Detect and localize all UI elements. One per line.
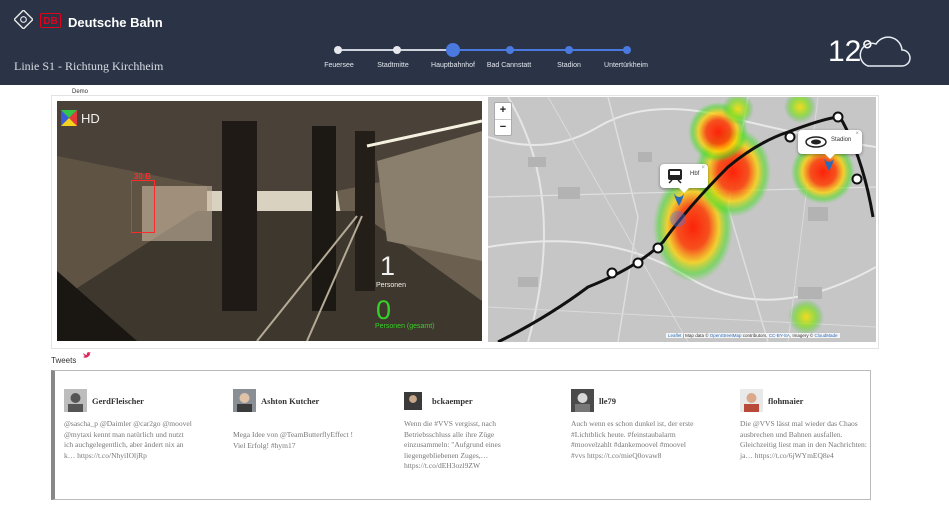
attribution-text: | Map data © xyxy=(681,333,710,338)
cloud-icon xyxy=(859,36,911,67)
tweet-text: @sascha_p @Daimler @car2go @moovel @myta… xyxy=(64,419,192,460)
tweet-text: Auch wenn es schon dunkel ist, der erste… xyxy=(571,419,694,460)
app-logo-icon xyxy=(14,10,33,29)
tweet-author[interactable]: Ashton Kutcher xyxy=(261,396,321,407)
route-track-upcoming xyxy=(453,49,627,51)
stop-dot-stadtmitte[interactable] xyxy=(393,46,401,54)
avatar xyxy=(64,389,87,412)
osm-link[interactable]: OpenStreetMap xyxy=(710,333,742,338)
stop-dot-feuersee[interactable] xyxy=(334,46,342,54)
avatar xyxy=(233,389,256,412)
attribution-text: , Imagery © xyxy=(789,333,815,338)
demo-label: Demo xyxy=(70,89,91,95)
stop-dot-stadion[interactable] xyxy=(565,46,573,54)
tweet-text: Mega Idee von @TeamButterflyEffect ! Vie… xyxy=(233,430,353,450)
hd-logo-icon: HD xyxy=(61,110,100,126)
svg-text:HD: HD xyxy=(81,111,100,126)
stop-label: Stadtmitte xyxy=(377,62,409,69)
stop-label: Hauptbahnhof xyxy=(431,62,475,69)
popup-label: Stadion xyxy=(831,137,852,143)
stop-dot-hauptbahnhof[interactable] xyxy=(446,43,460,57)
map-popup-stadion[interactable]: Stadion × xyxy=(798,130,862,159)
tweet-author[interactable]: flohmaier xyxy=(768,396,828,407)
stadium-icon xyxy=(805,136,827,148)
tweets-title: Tweets xyxy=(51,356,77,365)
avatar xyxy=(740,389,763,412)
tweet-text: Die @VVS lässt mal wieder das Chaos ausb… xyxy=(740,419,867,460)
license-link[interactable]: CC-BY-SA xyxy=(769,333,790,338)
popup-label: Hbf xyxy=(690,171,700,177)
avatar xyxy=(404,392,422,410)
person-count-label: Personen xyxy=(376,282,406,289)
attribution-text: contributors, xyxy=(741,333,769,338)
tweet-author[interactable]: lle79 xyxy=(599,396,659,407)
brand-name: Deutsche Bahn xyxy=(68,15,163,30)
person-total-label: Personen (gesamt) xyxy=(375,323,435,330)
map-zoom-control: + − xyxy=(494,102,512,136)
stop-dot-bad-cannstatt[interactable] xyxy=(506,46,514,54)
camera-video[interactable] xyxy=(57,101,482,341)
popup-close-icon[interactable]: × xyxy=(701,165,705,171)
twitter-icon xyxy=(83,352,91,358)
db-logo: DB xyxy=(40,13,61,28)
stop-label: Stadion xyxy=(557,62,581,69)
popup-close-icon[interactable]: × xyxy=(855,131,859,137)
avatar xyxy=(571,389,594,412)
tweet-text: Wenn die #VVS vergisst, nach Betriebssch… xyxy=(404,419,501,470)
zoom-in-button[interactable]: + xyxy=(495,103,511,120)
leaflet-link[interactable]: Leaflet xyxy=(668,333,682,338)
tweet-author[interactable]: GerdFleischer xyxy=(92,396,152,407)
stop-label: Feuersee xyxy=(324,62,354,69)
zoom-out-button[interactable]: − xyxy=(495,120,511,136)
stop-dot-untertuerkheim[interactable] xyxy=(623,46,631,54)
train-icon xyxy=(668,169,682,184)
tweet-author[interactable]: bckaemper xyxy=(432,396,492,407)
video-frame xyxy=(57,101,482,341)
stop-label: Bad Cannstatt xyxy=(486,62,532,69)
stop-label: Untertürkheim xyxy=(604,62,648,69)
person-total-count: 0 xyxy=(376,295,392,325)
map-attribution: Leaflet | Map data © OpenStreetMap contr… xyxy=(666,333,840,338)
cloudmade-link[interactable]: CloudMade xyxy=(814,333,837,338)
line-title: Linie S1 - Richtung Kirchheim xyxy=(14,59,164,73)
person-count: 1 xyxy=(380,251,396,281)
person-detection-box xyxy=(131,180,155,233)
map-popup-hbf[interactable]: Hbf × xyxy=(660,164,708,193)
